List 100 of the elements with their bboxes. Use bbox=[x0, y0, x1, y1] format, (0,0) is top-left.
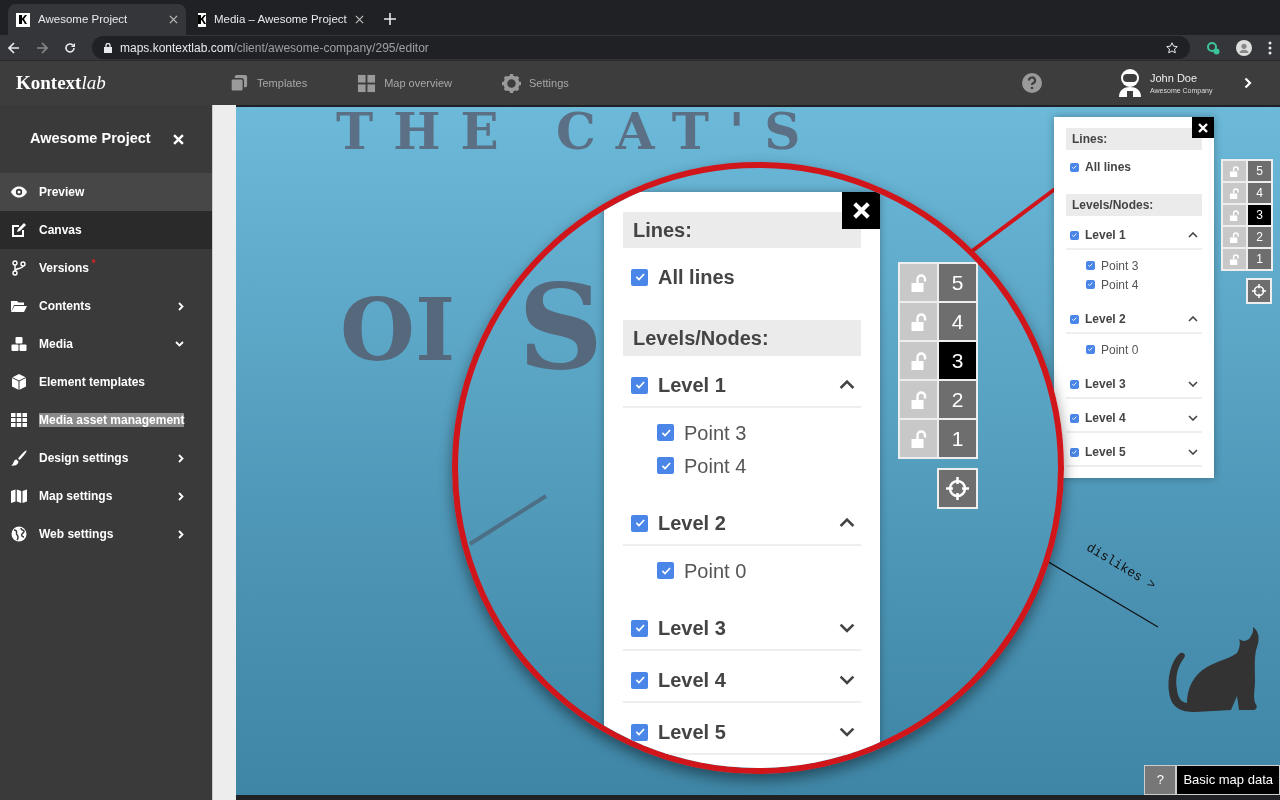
checkbox-label: Point 4 bbox=[684, 453, 747, 479]
check-icon bbox=[659, 564, 672, 577]
level-label: Level 3 bbox=[1085, 376, 1127, 393]
logo[interactable]: Kontextlab bbox=[0, 72, 212, 94]
checkbox-label: All lines bbox=[658, 265, 735, 290]
chevron-down-icon[interactable] bbox=[1188, 449, 1198, 455]
checkbox[interactable] bbox=[1086, 261, 1095, 270]
chevron-down-icon[interactable] bbox=[839, 675, 855, 685]
checkbox-label: All lines bbox=[1085, 159, 1131, 176]
chevron-down-icon[interactable] bbox=[1188, 415, 1198, 421]
check-icon bbox=[1087, 281, 1094, 288]
chevron-down-icon[interactable] bbox=[1188, 381, 1198, 387]
padlock-icon bbox=[909, 429, 928, 448]
check-icon bbox=[1071, 231, 1078, 239]
check-icon bbox=[633, 726, 646, 738]
checkbox[interactable] bbox=[1086, 345, 1095, 354]
canvas-title: THE CAT'S bbox=[336, 107, 821, 157]
forward-icon[interactable] bbox=[36, 41, 48, 54]
section-heading: Levels/Nodes: bbox=[623, 320, 861, 356]
padlock-icon bbox=[909, 390, 928, 409]
padlock-icon bbox=[909, 273, 928, 292]
padlock-icon bbox=[909, 312, 928, 331]
level-button[interactable]: 2 bbox=[1247, 226, 1272, 248]
level-button[interactable]: 5 bbox=[938, 263, 977, 302]
close-icon bbox=[852, 202, 870, 219]
cube-icon bbox=[11, 374, 27, 390]
locate-button[interactable] bbox=[937, 468, 978, 509]
url-text: maps.kontextlab.com/client/awesome-company/295/editor bbox=[120, 39, 430, 57]
avatar-icon[interactable] bbox=[1236, 39, 1252, 56]
browser-tab[interactable]: Media – Awesome Project bbox=[190, 4, 368, 35]
level-button[interactable]: 4 bbox=[1247, 182, 1272, 204]
nav-link[interactable]: Templates bbox=[230, 73, 308, 93]
address-field[interactable]: maps.kontextlab.com/client/awesome-company/295/editor bbox=[92, 36, 1190, 59]
chevron-up-icon[interactable] bbox=[1188, 316, 1198, 322]
chevron-up-icon[interactable] bbox=[839, 518, 855, 528]
nav-link[interactable]: Settings bbox=[502, 73, 569, 93]
star-icon[interactable] bbox=[1166, 41, 1178, 54]
checkbox[interactable] bbox=[1070, 413, 1079, 423]
checkbox[interactable] bbox=[631, 723, 648, 741]
chevron-up-icon[interactable] bbox=[839, 380, 855, 390]
checkbox[interactable] bbox=[1070, 379, 1079, 389]
checkbox[interactable] bbox=[631, 376, 648, 394]
map-data-button[interactable]: Basic map data bbox=[1176, 765, 1280, 795]
globe-icon bbox=[11, 526, 27, 542]
checkbox[interactable] bbox=[1070, 314, 1079, 324]
locate-button[interactable] bbox=[1246, 278, 1272, 304]
chevron-down-icon[interactable] bbox=[839, 727, 855, 737]
menu-icon[interactable] bbox=[1268, 40, 1272, 55]
checkbox[interactable] bbox=[657, 562, 674, 579]
help-button[interactable]: ? bbox=[1144, 765, 1177, 795]
checkbox[interactable] bbox=[1070, 230, 1079, 240]
chevron-right-icon[interactable] bbox=[1244, 77, 1252, 89]
close-icon[interactable] bbox=[169, 15, 178, 24]
level-button[interactable]: 1 bbox=[1247, 248, 1272, 270]
canvas[interactable] bbox=[236, 107, 1280, 795]
sidebar-item[interactable]: Preview bbox=[0, 173, 212, 211]
cubes-icon bbox=[11, 336, 27, 352]
level-label: Level 4 bbox=[658, 668, 727, 693]
close-button[interactable] bbox=[1192, 117, 1214, 138]
checkbox[interactable] bbox=[631, 619, 648, 637]
checkbox[interactable] bbox=[1086, 280, 1095, 289]
checkbox-label: Point 3 bbox=[684, 420, 747, 446]
checkbox[interactable] bbox=[631, 268, 648, 286]
checkbox[interactable] bbox=[657, 424, 674, 441]
back-icon[interactable] bbox=[8, 41, 20, 54]
level-button[interactable]: 2 bbox=[938, 380, 977, 419]
level-button[interactable]: 3 bbox=[1247, 204, 1272, 226]
checkbox[interactable] bbox=[657, 457, 674, 474]
padlock-icon bbox=[1229, 231, 1240, 243]
level-label: Level 1 bbox=[1085, 227, 1127, 244]
level-button[interactable]: 1 bbox=[938, 419, 977, 458]
check-icon bbox=[633, 674, 646, 686]
plus-icon[interactable] bbox=[384, 13, 396, 25]
check-icon bbox=[1071, 380, 1078, 388]
chevron-up-icon[interactable] bbox=[1188, 232, 1198, 238]
level-button[interactable]: 3 bbox=[938, 341, 977, 380]
close-icon bbox=[1198, 122, 1208, 133]
chevron-down-icon[interactable] bbox=[839, 623, 855, 633]
close-button[interactable] bbox=[842, 192, 880, 229]
map-icon bbox=[11, 488, 27, 504]
crosshair-icon bbox=[1252, 284, 1266, 298]
tab-title: Awesome Project bbox=[38, 11, 129, 27]
checkbox[interactable] bbox=[1070, 162, 1079, 172]
checkbox[interactable] bbox=[631, 671, 648, 689]
sidebar-item[interactable]: Canvas bbox=[0, 211, 212, 249]
reload-icon[interactable] bbox=[64, 41, 76, 54]
nav-link[interactable]: Map overview bbox=[357, 73, 452, 93]
check-icon bbox=[1071, 315, 1078, 323]
help-icon[interactable] bbox=[1022, 73, 1042, 93]
extension-icon[interactable] bbox=[1206, 40, 1220, 55]
astronaut-icon bbox=[1118, 69, 1142, 97]
browser-tab[interactable]: Awesome Project bbox=[8, 4, 186, 35]
level-button[interactable]: 4 bbox=[938, 302, 977, 341]
checkbox[interactable] bbox=[631, 514, 648, 532]
level-button[interactable]: 5 bbox=[1247, 160, 1272, 182]
checkbox-label: Point 4 bbox=[1101, 276, 1139, 294]
check-icon bbox=[633, 271, 646, 283]
close-icon[interactable] bbox=[354, 15, 364, 24]
level-label: Level 5 bbox=[658, 720, 727, 745]
checkbox[interactable] bbox=[1070, 447, 1079, 457]
